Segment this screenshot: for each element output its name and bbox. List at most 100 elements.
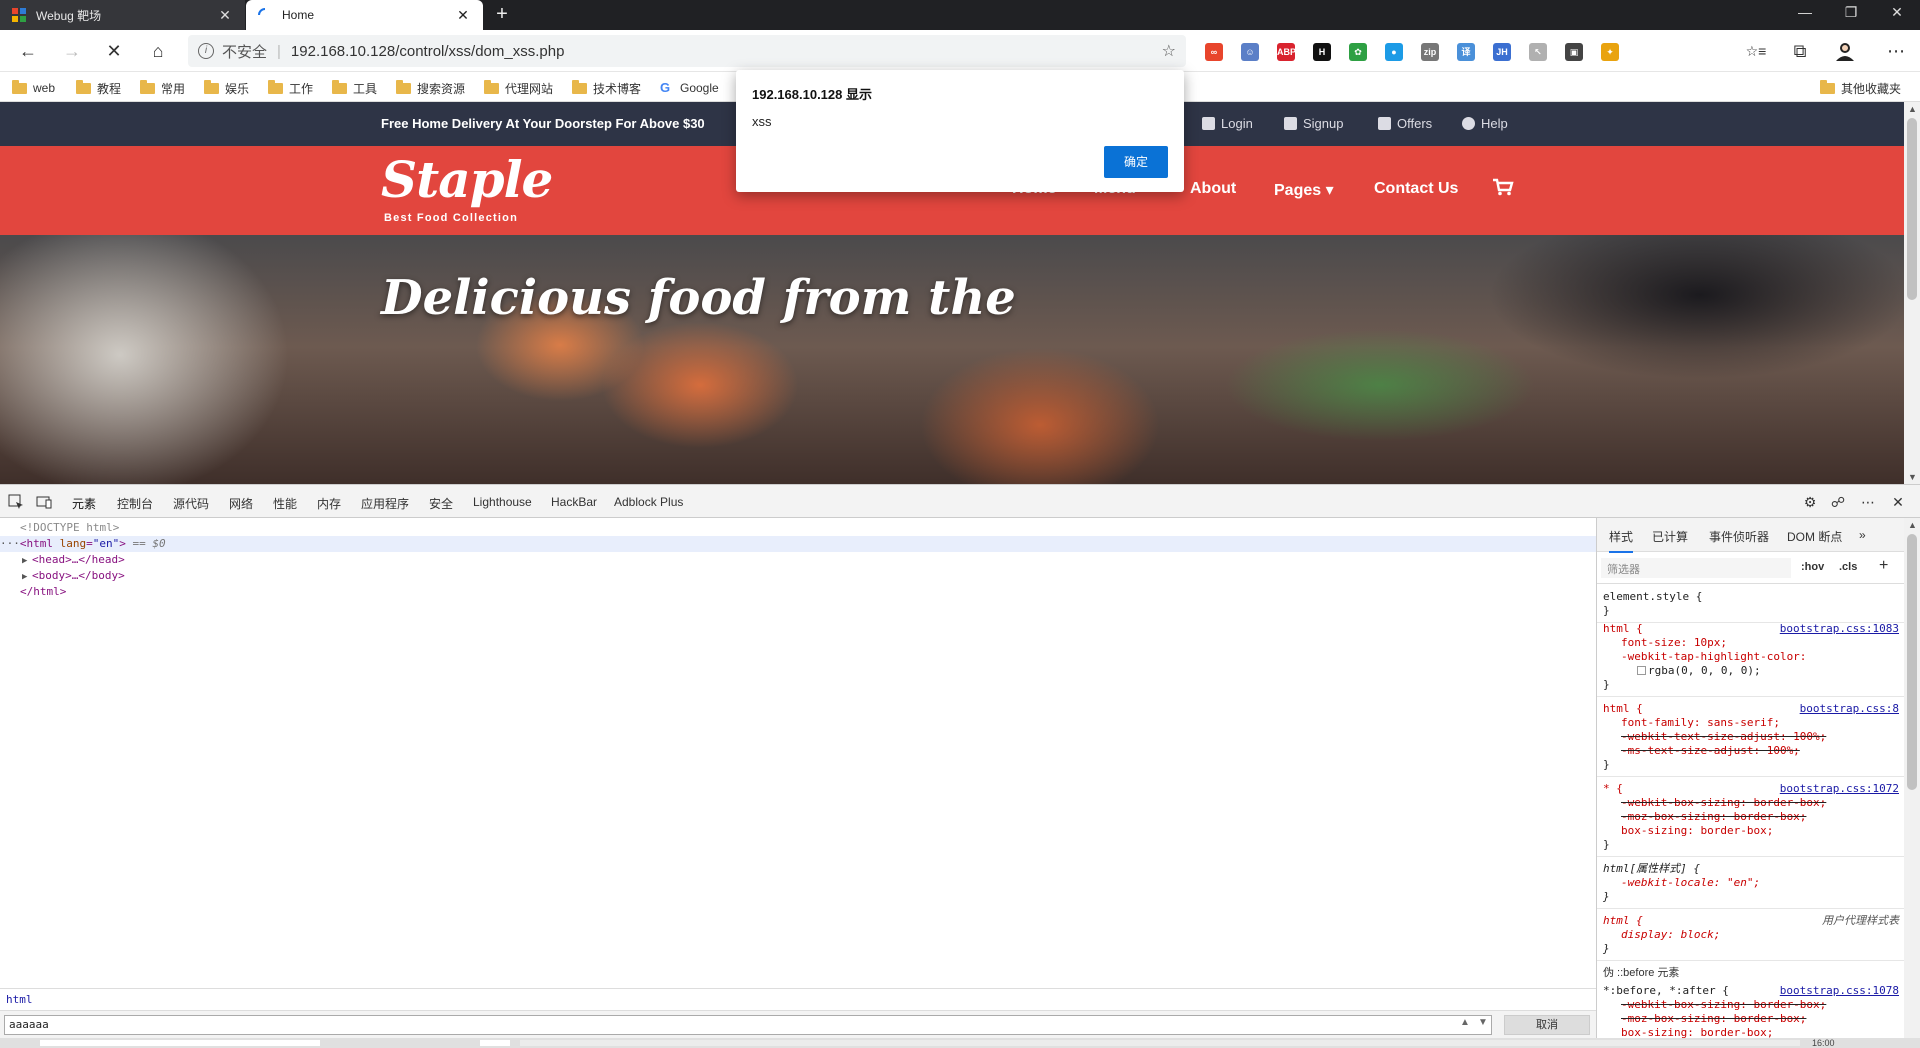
head-node[interactable]: ▶ <head>…</head> xyxy=(22,552,125,568)
page-scrollbar[interactable]: ▲ ▼ xyxy=(1904,102,1920,484)
styles-scrollbar[interactable]: ▲ xyxy=(1904,518,1920,1038)
rule-source-link[interactable]: bootstrap.css:8 xyxy=(1800,702,1899,716)
rule-selector[interactable]: html { xyxy=(1603,914,1643,927)
bookmark-folder-search[interactable]: 搜索资源 xyxy=(396,79,465,97)
css-declaration[interactable]: -webkit-locale: "en"; xyxy=(1621,876,1760,889)
html-close-node[interactable]: </html> xyxy=(20,584,66,600)
css-declaration-overridden[interactable]: -moz-box-sizing: border-box; xyxy=(1621,810,1806,823)
pinwheel-extension-icon[interactable]: ✦ xyxy=(1601,43,1619,61)
tab-adblock-plus[interactable]: Adblock Plus xyxy=(614,495,683,509)
back-button[interactable]: ← xyxy=(14,38,42,66)
paw-extension-icon[interactable]: ✿ xyxy=(1349,43,1367,61)
scroll-up-icon[interactable]: ▲ xyxy=(1908,520,1917,530)
reading-list-icon[interactable]: ☆≡ xyxy=(1742,38,1770,66)
device-toolbar-icon[interactable] xyxy=(36,494,52,510)
scroll-thumb[interactable] xyxy=(1907,534,1917,790)
tab-lighthouse[interactable]: Lighthouse xyxy=(473,495,532,509)
find-previous-icon[interactable]: ▲ xyxy=(1460,1017,1470,1028)
settings-gear-icon[interactable]: ⚙ xyxy=(1802,494,1818,510)
face-extension-icon[interactable]: ☺ xyxy=(1241,43,1259,61)
cls-toggle[interactable]: .cls xyxy=(1839,561,1857,573)
find-cancel-button[interactable]: 取消 xyxy=(1504,1015,1590,1035)
css-value[interactable]: rgba(0, 0, 0, 0); xyxy=(1648,664,1761,677)
expand-triangle-icon[interactable]: ▶ xyxy=(22,569,32,585)
tab-close-icon[interactable]: ✕ xyxy=(217,7,233,24)
tab-sources[interactable]: 源代码 xyxy=(173,495,209,512)
find-input[interactable]: aaaaaa xyxy=(4,1015,1492,1035)
rule-selector[interactable]: * { xyxy=(1603,782,1623,795)
help-link[interactable]: Help xyxy=(1462,116,1508,131)
rule-source-link[interactable]: bootstrap.css:1083 xyxy=(1780,622,1899,636)
css-declaration-overridden[interactable]: -webkit-text-size-adjust: 100%; xyxy=(1621,730,1826,743)
login-link[interactable]: Login xyxy=(1202,116,1253,131)
tab-hackbar[interactable]: HackBar xyxy=(551,495,597,509)
expand-triangle-icon[interactable]: ▶ xyxy=(22,553,32,569)
doctype-node[interactable]: <!DOCTYPE html> xyxy=(20,520,119,536)
feedback-icon[interactable]: ☍ xyxy=(1830,494,1846,510)
css-declaration[interactable]: display: block; xyxy=(1621,928,1720,941)
favorite-star-icon[interactable]: ☆ xyxy=(1162,41,1176,61)
home-button[interactable]: ⌂ xyxy=(144,38,172,66)
bookmark-folder-entertainment[interactable]: 娱乐 xyxy=(204,79,249,97)
tab-elements[interactable]: 元素 xyxy=(72,495,97,520)
tab-computed[interactable]: 已计算 xyxy=(1652,528,1688,545)
tab-performance[interactable]: 性能 xyxy=(273,495,297,512)
css-declaration[interactable]: font-family: sans-serif; xyxy=(1621,716,1780,729)
cart-icon[interactable] xyxy=(1492,178,1514,196)
tab-application[interactable]: 应用程序 xyxy=(361,495,409,512)
site-logo[interactable]: Staple xyxy=(381,150,553,209)
bookmark-folder-web[interactable]: web xyxy=(12,79,55,97)
rule-selector[interactable]: element.style { xyxy=(1603,590,1702,603)
bookmark-folder-tools[interactable]: 工具 xyxy=(332,79,377,97)
tab-console[interactable]: 控制台 xyxy=(117,495,153,512)
rule-selector[interactable]: html[属性样式] { xyxy=(1603,862,1700,875)
colorful-extension-icon[interactable]: ● xyxy=(1385,43,1403,61)
rule-selector[interactable]: *:before, *:after { xyxy=(1603,984,1729,997)
address-bar[interactable]: i 不安全 | 192.168.10.128/control/xss/dom_x… xyxy=(188,35,1186,67)
color-swatch-icon[interactable] xyxy=(1637,666,1646,675)
nav-about[interactable]: About xyxy=(1190,180,1236,198)
stop-button[interactable]: ✕ xyxy=(100,38,128,66)
bookmark-other-favorites[interactable]: 其他收藏夹 xyxy=(1820,79,1901,97)
rule-source-link[interactable]: bootstrap.css:1078 xyxy=(1780,984,1899,998)
tab-webug[interactable]: Webug 靶场 ✕ xyxy=(0,0,245,30)
scroll-down-icon[interactable]: ▼ xyxy=(1908,472,1917,482)
find-next-icon[interactable]: ▼ xyxy=(1478,1017,1488,1028)
tab-event-listeners[interactable]: 事件侦听器 xyxy=(1709,528,1769,545)
body-node[interactable]: ▶ <body>…</body> xyxy=(22,568,125,584)
tab-close-icon[interactable]: ✕ xyxy=(455,7,471,24)
html-node[interactable]: ···<html lang="en"> == $0 xyxy=(0,536,1596,552)
screen-extension-icon[interactable]: ▣ xyxy=(1565,43,1583,61)
tab-styles[interactable]: 样式 xyxy=(1609,528,1634,553)
more-tabs-icon[interactable]: » xyxy=(1859,528,1866,542)
adblock-plus-extension-icon[interactable]: ABP xyxy=(1277,43,1296,61)
jh-extension-icon[interactable]: JH xyxy=(1493,43,1511,61)
dialog-ok-button[interactable]: 确定 xyxy=(1104,146,1168,178)
scroll-up-icon[interactable]: ▲ xyxy=(1908,104,1917,114)
tab-network[interactable]: 网络 xyxy=(229,495,253,512)
bookmark-folder-blogs[interactable]: 技术博客 xyxy=(572,79,641,97)
css-declaration[interactable]: font-size: 10px; xyxy=(1621,636,1727,649)
rule-selector[interactable]: html { xyxy=(1603,622,1643,635)
bookmark-folder-common[interactable]: 常用 xyxy=(140,79,185,97)
signup-link[interactable]: Signup xyxy=(1284,116,1343,131)
forward-button[interactable]: → xyxy=(58,38,86,66)
minimize-button[interactable]: — xyxy=(1782,0,1828,30)
rule-selector[interactable]: html { xyxy=(1603,702,1643,715)
scroll-thumb[interactable] xyxy=(1907,118,1917,300)
css-declaration[interactable]: -webkit-tap-highlight-color: xyxy=(1621,650,1806,663)
info-icon[interactable]: i xyxy=(198,43,214,59)
styles-filter-input[interactable]: 筛选器 xyxy=(1601,558,1791,578)
tab-home[interactable]: Home ✕ xyxy=(246,0,483,30)
nav-pages[interactable]: Pages ▾ xyxy=(1274,180,1334,200)
close-window-button[interactable]: ✕ xyxy=(1874,0,1920,30)
css-declaration-overridden[interactable]: -webkit-box-sizing: border-box; xyxy=(1621,998,1826,1011)
rule-source-link[interactable]: bootstrap.css:1072 xyxy=(1780,782,1899,796)
inspect-element-icon[interactable] xyxy=(8,494,24,510)
profile-avatar-icon[interactable] xyxy=(1834,40,1856,62)
tab-security[interactable]: 安全 xyxy=(429,495,453,512)
cursor-extension-icon[interactable]: ↖ xyxy=(1529,43,1547,61)
bookmark-folder-proxy[interactable]: 代理网站 xyxy=(484,79,553,97)
close-devtools-icon[interactable]: ✕ xyxy=(1890,494,1906,510)
tab-memory[interactable]: 内存 xyxy=(317,495,341,512)
